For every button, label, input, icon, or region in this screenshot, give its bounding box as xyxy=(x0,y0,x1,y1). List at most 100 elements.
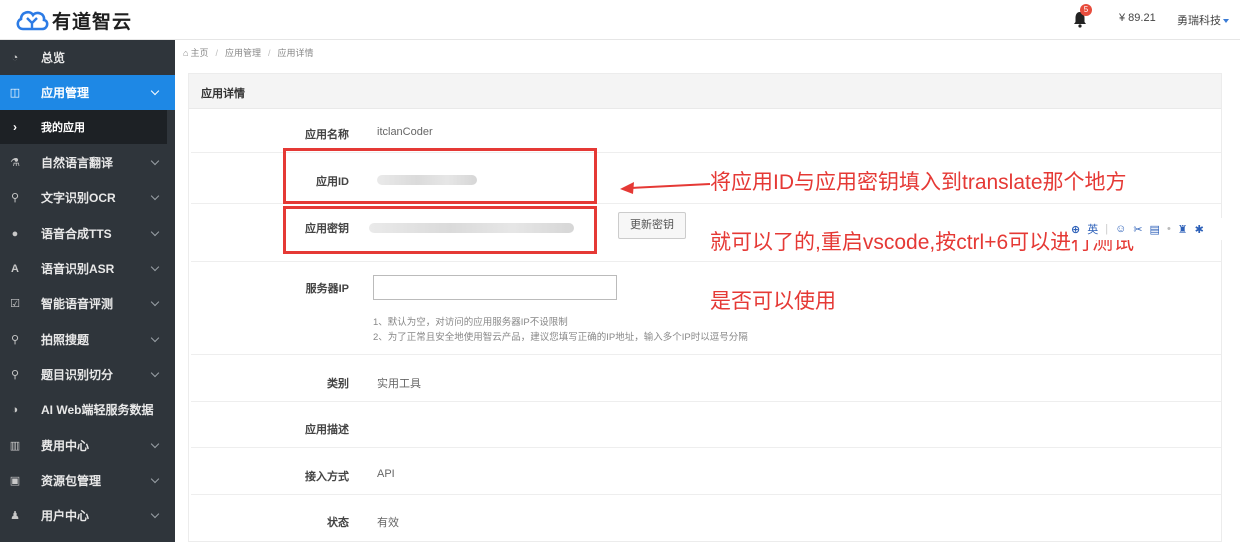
category-label: 类别 xyxy=(327,378,349,390)
app-name-label: 应用名称 xyxy=(305,129,349,141)
sidebar-item-question-split[interactable]: ⚲ 题目识别切分 xyxy=(0,357,175,392)
chevron-down-icon xyxy=(150,368,160,378)
breadcrumb-home[interactable]: 主页 xyxy=(190,46,208,59)
shirt-icon[interactable]: ♜ xyxy=(1178,223,1188,236)
panel-title: 应用详情 xyxy=(189,74,1221,109)
language-toggle[interactable]: 英 xyxy=(1087,221,1098,237)
sidebar-item-overview[interactable]: ◔ 总览 xyxy=(0,40,175,75)
divider xyxy=(191,447,1221,448)
annotation-line-1: 将应用ID与应用密钥填入到translate那个地方 xyxy=(710,171,1127,194)
server-ip-label: 服务器IP xyxy=(305,283,349,295)
user-icon: ♟ xyxy=(10,510,20,522)
dashboard-icon: ◔ xyxy=(11,51,19,64)
breadcrumb-separator: / xyxy=(215,47,218,58)
breadcrumb-separator: / xyxy=(267,47,271,58)
server-ip-input[interactable] xyxy=(373,275,617,300)
sidebar-item-ocr[interactable]: ⚲ 文字识别OCR xyxy=(0,180,175,215)
chevron-down-icon xyxy=(150,297,160,307)
notification-badge: 5 xyxy=(1080,4,1092,16)
sidebar-item-billing[interactable]: ▥ 费用中心 xyxy=(0,428,175,463)
chevron-down-icon xyxy=(150,262,160,272)
chevron-down-icon xyxy=(150,509,160,519)
sidebar-item-label: 语音识别ASR xyxy=(41,262,115,276)
sidebar-item-label: 资源包管理 xyxy=(41,474,102,488)
sidebar-item-ai-web-data[interactable]: ◑ AI Web端轻服务数据 xyxy=(0,392,175,427)
chevron-down-icon xyxy=(150,474,160,484)
scissors-icon[interactable]: ✂ xyxy=(1133,223,1142,236)
chevron-right-icon: › xyxy=(13,120,17,134)
sidebar-item-user-center[interactable]: ♟ 用户中心 xyxy=(0,498,175,533)
home-icon: ⌂ xyxy=(183,47,189,58)
screen-icon[interactable]: ▤ xyxy=(1150,223,1160,236)
sidebar-item-tts[interactable]: ● 语音合成TTS xyxy=(0,216,175,251)
flask-icon: ⚗ xyxy=(10,157,20,169)
chevron-down-icon xyxy=(150,227,160,237)
dot-icon: • xyxy=(1166,223,1171,235)
search-icon: ⚲ xyxy=(10,334,20,346)
divider xyxy=(191,494,1221,495)
top-bar: 有道智云 5 ¥ 89.21 勇瑞科技 xyxy=(0,0,1240,40)
toolbar-divider: | xyxy=(1105,223,1109,235)
annotation-arrow-icon xyxy=(620,182,711,194)
ip-hint-2: 2、为了正常且安全地使用智云产品，建议您填写正确的IP地址，输入多个IP时以逗号… xyxy=(373,332,748,343)
microphone-icon: ● xyxy=(11,227,19,240)
category-value: 实用工具 xyxy=(377,378,421,390)
status-value: 有效 xyxy=(377,517,399,529)
sidebar-item-translation[interactable]: ⚗ 自然语言翻译 xyxy=(0,145,175,180)
search-icon: ⚲ xyxy=(10,369,20,381)
sidebar-item-asr[interactable]: A 语音识别ASR xyxy=(0,251,175,286)
divider xyxy=(191,261,1221,262)
logo[interactable]: 有道智云 xyxy=(14,6,132,34)
breadcrumb-app-management[interactable]: 应用管理 xyxy=(225,46,261,59)
bar-chart-icon: ▥ xyxy=(9,440,21,452)
cloud-logo-icon xyxy=(16,10,49,31)
sidebar-item-label: 总览 xyxy=(41,51,66,65)
sidebar-subitem-my-apps[interactable]: › 我的应用 xyxy=(0,110,167,144)
sidebar-item-label: 用户中心 xyxy=(41,509,90,523)
annotation-line-3: 是否可以使用 xyxy=(710,290,836,313)
status-label: 状态 xyxy=(327,517,349,529)
sidebar-item-label: 语音合成TTS xyxy=(41,227,112,241)
sidebar-item-packages[interactable]: ▣ 资源包管理 xyxy=(0,463,175,498)
divider xyxy=(191,354,1221,355)
sidebar-item-label: AI Web端轻服务数据 xyxy=(41,403,154,417)
caret-down-icon xyxy=(1223,19,1229,24)
sidebar-item-label: 费用中心 xyxy=(41,439,90,453)
breadcrumb: ⌂ 主页 / 应用管理 / 应用详情 xyxy=(183,46,314,59)
sidebar-item-photo-search[interactable]: ⚲ 拍照搜题 xyxy=(0,322,175,357)
sidebar-subitem-label: 我的应用 xyxy=(41,122,85,134)
chevron-down-icon xyxy=(150,156,160,166)
company-name: 勇瑞科技 xyxy=(1177,15,1221,27)
account-balance[interactable]: ¥ 89.21 xyxy=(1119,12,1156,24)
chevron-down-icon xyxy=(150,191,160,201)
logo-text: 有道智云 xyxy=(52,11,133,33)
translate-logo-icon[interactable]: ⊕ xyxy=(1071,223,1080,236)
app-icon: ◫ xyxy=(9,87,21,99)
app-key-highlight-box xyxy=(283,206,597,254)
sidebar: ◔ 总览 ◫ 应用管理 › 我的应用 ⚗ 自然语言翻译 ⚲ 文字识别OCR ● … xyxy=(0,40,175,542)
app-id-highlight-box xyxy=(283,148,597,204)
sidebar-item-label: 拍照搜题 xyxy=(41,333,90,347)
checkbox-icon: ☑ xyxy=(10,298,20,310)
app-description-label: 应用描述 xyxy=(305,424,349,436)
access-method-label: 接入方式 xyxy=(305,471,349,483)
sidebar-item-label: 智能语音评测 xyxy=(41,297,114,311)
floating-translate-toolbar: ⊕ 英 | ☺ ✂ ▤ • ♜ ✱ xyxy=(1068,218,1240,240)
sidebar-item-label: 应用管理 xyxy=(41,86,90,100)
face-icon[interactable]: ☺ xyxy=(1115,223,1126,235)
ip-hint-1: 1、默认为空，对访问的应用服务器IP不设限制 xyxy=(373,317,568,328)
sidebar-item-label: 题目识别切分 xyxy=(41,368,114,382)
sidebar-item-app-management[interactable]: ◫ 应用管理 xyxy=(0,75,175,110)
company-menu[interactable]: 勇瑞科技 xyxy=(1177,12,1229,28)
chevron-down-icon xyxy=(150,333,160,343)
renew-key-button[interactable]: 更新密钥 xyxy=(618,212,686,239)
settings-gear-icon[interactable]: ✱ xyxy=(1195,223,1204,236)
access-method-value: API xyxy=(377,468,395,480)
font-icon: A xyxy=(11,262,19,275)
app-detail-panel: 应用详情 应用名称 itclanCoder 应用ID 应用密钥 更新密钥 服务器… xyxy=(188,73,1222,542)
divider xyxy=(191,401,1221,402)
sidebar-item-label: 文字识别OCR xyxy=(41,191,116,205)
package-icon: ▣ xyxy=(9,475,21,487)
half-circle-icon: ◑ xyxy=(11,403,19,416)
sidebar-item-speech-eval[interactable]: ☑ 智能语音评测 xyxy=(0,286,175,321)
